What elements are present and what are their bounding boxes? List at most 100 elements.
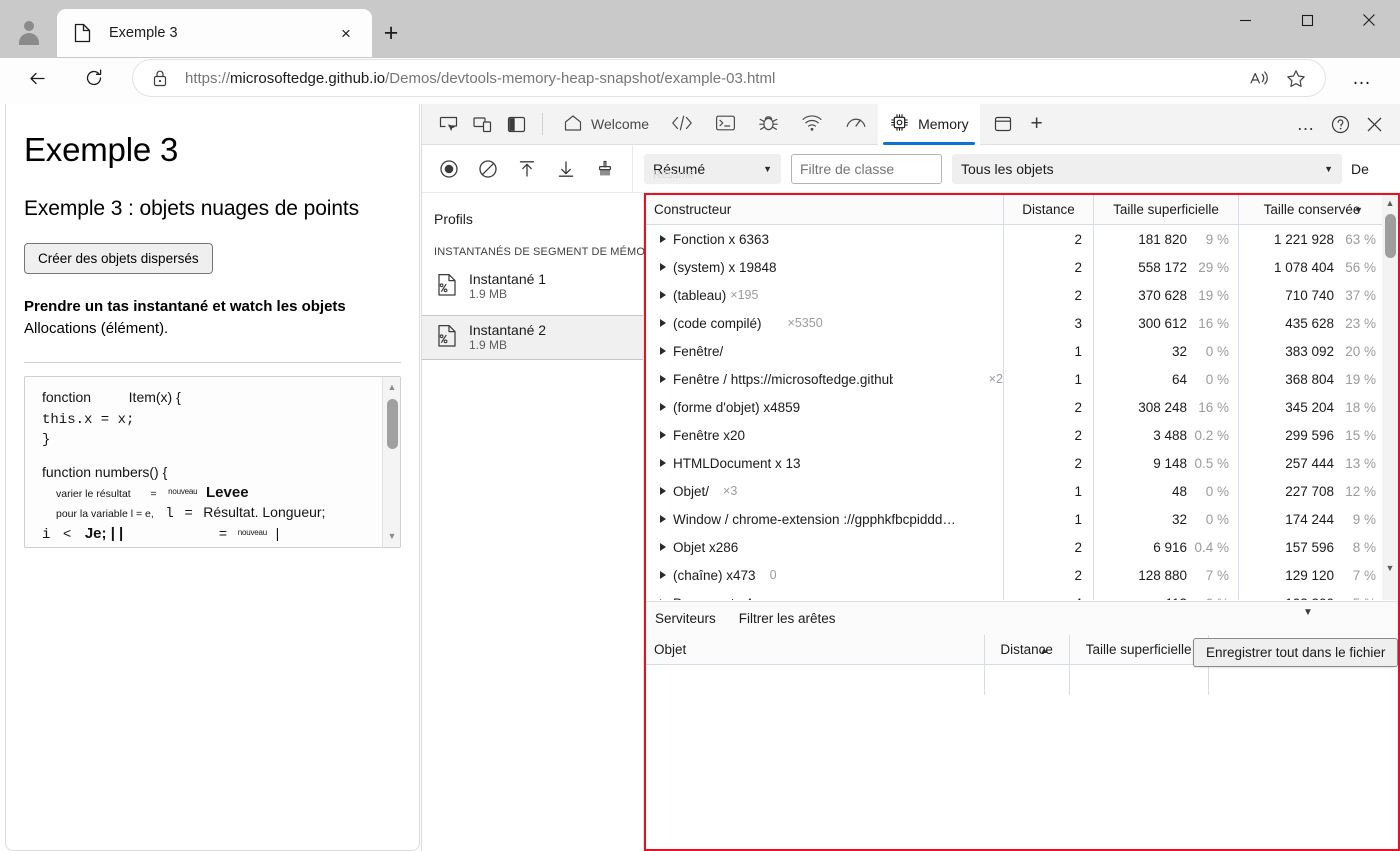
class-filter-input[interactable] [791, 154, 942, 184]
add-panel-button[interactable]: + [1020, 109, 1054, 139]
view-select[interactable]: Résumé Résumé ▼ [644, 154, 781, 184]
new-tab-button[interactable]: + [374, 16, 408, 50]
table-row[interactable]: (tableau)×1952370 62819 %710 74037 % [646, 281, 1398, 309]
tab-network[interactable] [790, 104, 834, 145]
snapshot-item-1[interactable]: Instantané 1 1.9 MB [422, 264, 643, 309]
back-icon[interactable] [19, 60, 55, 96]
expand-triangle-icon[interactable] [660, 487, 666, 495]
browser-more-icon[interactable]: … [1344, 60, 1380, 96]
table-row[interactable]: (forme d'objet) x48592308 24816 %345 204… [646, 393, 1398, 421]
table-row[interactable]: Fonction x 63632181 8209 %1 221 92863 % [646, 225, 1398, 253]
expand-triangle-icon[interactable] [660, 263, 666, 271]
expand-triangle-icon[interactable] [660, 235, 666, 243]
table-row[interactable]: Window / chrome-extension ://gpphkfbcpid… [646, 505, 1398, 533]
table-row[interactable]: Fenêtre / https://microsoftedge.github.i… [646, 365, 1398, 393]
read-aloud-icon[interactable] [1242, 62, 1278, 94]
expand-triangle-icon[interactable] [660, 291, 666, 299]
table-row[interactable]: (system) x 198482558 17229 %1 078 40456 … [646, 253, 1398, 281]
devtools-overflow-icon[interactable]: … [1289, 109, 1323, 139]
expand-triangle-icon[interactable] [660, 599, 666, 600]
expand-triangle-icon[interactable] [660, 431, 666, 439]
page-title: Exemple 3 [24, 131, 401, 169]
column-header-taille-conservee[interactable]: Taille conservée ▼ [1239, 195, 1385, 224]
expand-triangle-icon[interactable] [660, 543, 666, 551]
column-header-constructeur[interactable]: Constructeur [646, 195, 1004, 224]
devtools-close-icon[interactable] [1357, 109, 1391, 139]
tab-sources[interactable] [747, 104, 790, 145]
tab-close-icon[interactable]: × [331, 18, 361, 48]
scroll-down-icon-2[interactable]: ▼ [1382, 560, 1398, 576]
favorite-star-icon[interactable] [1278, 62, 1314, 94]
edges-filter-input[interactable] [739, 608, 869, 630]
scroll-up-icon[interactable]: ▲ [383, 379, 401, 396]
snapshot-size-2: 1.9 MB [469, 338, 546, 354]
help-icon[interactable] [1323, 109, 1357, 139]
shallow-percent: 19 % [1187, 288, 1229, 303]
expand-triangle-icon[interactable] [660, 347, 666, 355]
load-profile-icon[interactable] [510, 154, 544, 184]
table-row[interactable]: HTMLDocument x 1329 1480.5 %257 44413 % [646, 449, 1398, 477]
snapshot-size-1: 1.9 MB [469, 287, 546, 303]
shallow-value: 32 [1172, 344, 1187, 359]
url-bar[interactable]: https://microsoftedge.github.io/Demos/de… [133, 60, 1325, 96]
scrollbar-thumb[interactable] [387, 399, 398, 449]
create-scattered-objects-button[interactable]: Créer des objets dispersés [24, 243, 213, 274]
expand-triangle-icon[interactable] [660, 319, 666, 327]
dock-panel-icon[interactable] [499, 109, 533, 139]
scroll-up-icon-2[interactable]: ▲ [1382, 195, 1398, 211]
collect-garbage-icon[interactable] [588, 154, 622, 184]
scroll-down-icon[interactable]: ▼ [383, 528, 401, 545]
column-header-objet[interactable]: Objet [646, 635, 985, 664]
browser-tab[interactable]: Exemple 3 × [57, 9, 372, 57]
record-icon[interactable] [432, 154, 466, 184]
profiles-title: Profils [422, 193, 643, 227]
profile-button[interactable] [6, 10, 52, 54]
expand-triangle-icon[interactable] [660, 403, 666, 411]
cell-distance: 2 [1004, 393, 1094, 421]
expand-triangle-icon[interactable] [660, 571, 666, 579]
snapshot-item-2[interactable]: Instantané 2 1.9 MB [422, 315, 643, 360]
window-close-icon[interactable] [1338, 0, 1400, 40]
inspect-element-icon[interactable] [431, 109, 465, 139]
shallow-percent: 0 % [1187, 344, 1229, 359]
more-panels-icon[interactable] [986, 109, 1020, 139]
constructor-table-scrollbar[interactable]: ▲ ▼ [1382, 195, 1398, 600]
table-row[interactable]: (code compilé)×53503300 61216 %435 62823… [646, 309, 1398, 337]
table-row[interactable]: Objet/×31480 %227 70812 % [646, 477, 1398, 505]
cell-retained-size: 1 078 40456 % [1239, 253, 1385, 281]
reload-icon[interactable] [76, 60, 112, 96]
page-icon [74, 23, 91, 43]
retained-value: 257 444 [1285, 456, 1334, 471]
expand-triangle-icon[interactable] [660, 375, 666, 383]
table-row[interactable]: Document x441120 %102 3005 % [646, 589, 1398, 600]
table-row[interactable]: Fenêtre/1320 %383 09220 % [646, 337, 1398, 365]
cell-retained-size: 129 1207 % [1239, 561, 1385, 589]
maximize-icon[interactable] [1276, 0, 1338, 40]
scrollbar-thumb-2[interactable] [1385, 214, 1396, 258]
tab-welcome[interactable]: Welcome [552, 104, 660, 145]
tab-console[interactable] [704, 104, 747, 145]
retained-value: 129 120 [1285, 568, 1334, 583]
code-scrollbar[interactable]: ▲ ▼ [382, 377, 400, 547]
expand-triangle-icon[interactable] [660, 515, 666, 523]
clear-icon[interactable] [471, 154, 505, 184]
tab-performance[interactable] [834, 104, 878, 145]
tab-memory[interactable]: Memory [878, 104, 980, 145]
cell-constructeur: (code compilé)×5350 [646, 309, 1004, 337]
device-emulation-icon[interactable] [465, 109, 499, 139]
tab-elements[interactable] [660, 104, 704, 145]
table-row[interactable]: (chaîne) x47302128 8807 %129 1207 % [646, 561, 1398, 589]
retained-value: 1 221 928 [1274, 232, 1334, 247]
save-profile-icon[interactable] [549, 154, 583, 184]
column-header-retainer-shallow[interactable]: Taille superficielle [1070, 635, 1209, 664]
objects-select[interactable]: Tous les objets ▼ [952, 154, 1342, 184]
column-header-taille-superficielle[interactable]: Taille superficielle [1094, 195, 1239, 224]
expand-triangle-icon[interactable] [660, 459, 666, 467]
table-row[interactable]: Objet x28626 9160.4 %157 5968 % [646, 533, 1398, 561]
minimize-icon[interactable] [1214, 0, 1276, 40]
table-row[interactable]: Fenêtre x2023 4880.2 %299 59615 % [646, 421, 1398, 449]
column-header-retainer-distance[interactable]: Distance ▲ [985, 635, 1070, 664]
column-header-distance[interactable]: Distance [1004, 195, 1094, 224]
code-l7b: < [63, 525, 71, 541]
retained-value: 227 708 [1285, 484, 1334, 499]
